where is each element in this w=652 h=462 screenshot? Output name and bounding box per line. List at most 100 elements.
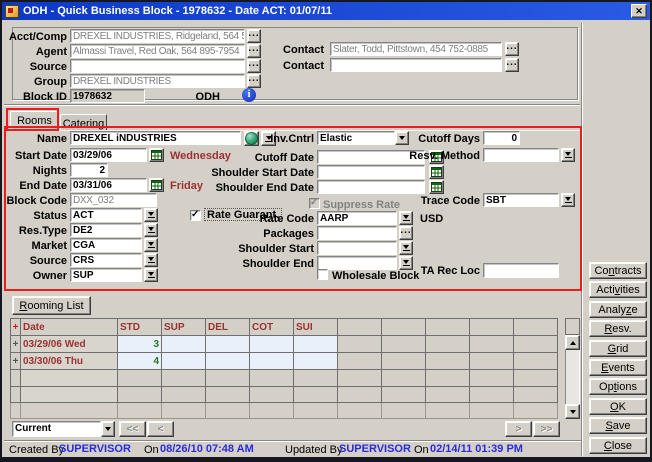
source2-lov-button[interactable] [144, 253, 158, 267]
divider [4, 104, 580, 106]
grid-button[interactable]: Grid [589, 340, 647, 357]
contact2-field[interactable] [330, 58, 502, 72]
odh-label: ODH [182, 91, 220, 103]
updated-by-label: Updated By [285, 444, 342, 456]
resv-button[interactable]: Resv. [589, 320, 647, 337]
acct-comp-field[interactable]: DREXEL INDUSTRIES, Ridgeland, 564 52 [70, 29, 245, 43]
app-icon [5, 5, 19, 18]
cutoff-days-field[interactable]: 0 [483, 131, 520, 145]
shoulder-start-date-field[interactable] [317, 165, 425, 179]
updated-by-value: SUPERVISOR [339, 443, 411, 455]
options-button[interactable]: Options [589, 378, 647, 395]
grid-std-cell[interactable]: 3 [118, 336, 162, 353]
first-page-button[interactable]: << [119, 421, 146, 437]
source-field[interactable] [70, 59, 245, 73]
packages-lookup-button[interactable]: ... [399, 226, 413, 240]
start-date-field[interactable]: 03/29/06 [70, 148, 147, 162]
owner-lov-button[interactable] [144, 268, 158, 282]
rate-code-field[interactable]: AARP [317, 211, 397, 225]
shoulder-start-field[interactable] [317, 241, 397, 255]
ta-rec-loc-field[interactable] [483, 263, 559, 278]
acct-comp-label: Acct/Comp [2, 31, 67, 43]
created-by-label: Created By [9, 444, 64, 456]
ok-button[interactable]: OK [589, 398, 647, 415]
res-type-field[interactable]: DE2 [70, 223, 142, 237]
source2-field[interactable]: CRS [70, 253, 142, 267]
tab-rooms[interactable]: Rooms [10, 111, 59, 131]
end-date-field[interactable]: 03/31/06 [70, 178, 147, 192]
res-type-label: Res.Type [2, 225, 67, 237]
rate-code-lov-button[interactable] [399, 211, 413, 225]
trace-code-lov-button[interactable] [561, 193, 575, 207]
trace-code-field[interactable]: SBT [483, 193, 559, 207]
table-row [11, 387, 558, 403]
calendar-icon [431, 182, 442, 192]
shoulder-start-lov-button[interactable] [399, 241, 413, 255]
scrollbar-track[interactable] [565, 350, 580, 404]
resv-method-lov-button[interactable] [561, 148, 575, 162]
chevron-down-icon [403, 260, 409, 264]
packages-field[interactable] [317, 226, 397, 240]
row-expand-icon[interactable]: + [11, 336, 21, 353]
shoulder-end-date-field[interactable] [317, 180, 425, 194]
title-bar: ODH - Quick Business Block - 1978632 - D… [2, 2, 650, 20]
cutoff-days-label: Cutoff Days [382, 133, 480, 145]
agent-label: Agent [2, 46, 67, 58]
nights-label: Nights [2, 165, 67, 177]
save-button[interactable]: Save [589, 417, 647, 434]
chevron-down-icon [148, 212, 154, 216]
start-date-calendar-button[interactable] [149, 148, 164, 162]
next-page-button[interactable]: > [505, 421, 532, 437]
contact2-lookup-button[interactable]: ... [505, 58, 519, 72]
scroll-down-button[interactable] [565, 404, 580, 419]
rooming-list-button[interactable]: Rooming List [12, 296, 91, 315]
events-button[interactable]: Events [589, 359, 647, 376]
add-row-icon[interactable]: + [11, 319, 21, 336]
contact1-field[interactable]: Slater, Todd, Pittstown, 454 752-0885 [330, 42, 502, 56]
status-lov-button[interactable] [144, 208, 158, 222]
view-filter-dropdown-button[interactable] [101, 421, 115, 437]
tab-catering[interactable]: Catering [60, 114, 107, 131]
acct-comp-lookup-button[interactable]: ... [247, 29, 261, 43]
wholesale-block-checkbox[interactable] [317, 269, 328, 280]
contact1-label: Contact [252, 44, 324, 56]
analyze-button[interactable]: Analyze [589, 301, 647, 318]
contact1-lookup-button[interactable]: ... [505, 42, 519, 56]
suppress-rate-checkbox [309, 198, 320, 209]
prev-page-button[interactable]: < [147, 421, 174, 437]
res-type-lov-button[interactable] [144, 223, 158, 237]
agent-field[interactable]: Almassi Travel, Red Oak, 564 895-7954 [70, 44, 245, 58]
calendar-icon [151, 150, 162, 160]
market-field[interactable]: CGA [70, 238, 142, 252]
contracts-button[interactable]: Contracts [589, 262, 647, 279]
end-date-calendar-button[interactable] [149, 178, 164, 192]
group-field[interactable]: DREXEL INDUSTRIES [70, 74, 245, 88]
sidebar-divider [581, 23, 583, 456]
calendar-icon [431, 167, 442, 177]
col-header-date: Date [21, 319, 118, 336]
grid-date-cell[interactable]: 03/29/06 Wed [21, 336, 118, 353]
chevron-down-icon [148, 272, 154, 276]
activities-button[interactable]: Activities [589, 281, 647, 298]
grid-date-cell[interactable]: 03/30/06 Thu [21, 353, 118, 370]
shoulder-start-date-calendar-button[interactable] [429, 165, 444, 179]
calendar-icon [151, 180, 162, 190]
owner-field[interactable]: SUP [70, 268, 142, 282]
resv-method-field[interactable] [483, 148, 559, 162]
scroll-up-button[interactable] [565, 335, 580, 350]
market-lov-button[interactable] [144, 238, 158, 252]
status-field[interactable]: ACT [70, 208, 142, 222]
view-filter-combo[interactable]: Current [12, 421, 101, 437]
shoulder-end-date-calendar-button[interactable] [429, 180, 444, 194]
cutoff-date-label: Cutoff Date [182, 152, 314, 164]
group-label: Group [2, 76, 67, 88]
close-icon[interactable]: ✕ [631, 4, 647, 18]
nights-field[interactable]: 2 [70, 163, 108, 177]
row-expand-icon[interactable]: + [11, 353, 21, 370]
info-icon[interactable]: i [242, 88, 256, 102]
group-lookup-button[interactable]: ... [247, 74, 261, 88]
market-label: Market [2, 240, 67, 252]
last-page-button[interactable]: >> [533, 421, 560, 437]
close-button[interactable]: Close [589, 437, 647, 454]
grid-std-cell[interactable]: 4 [118, 353, 162, 370]
